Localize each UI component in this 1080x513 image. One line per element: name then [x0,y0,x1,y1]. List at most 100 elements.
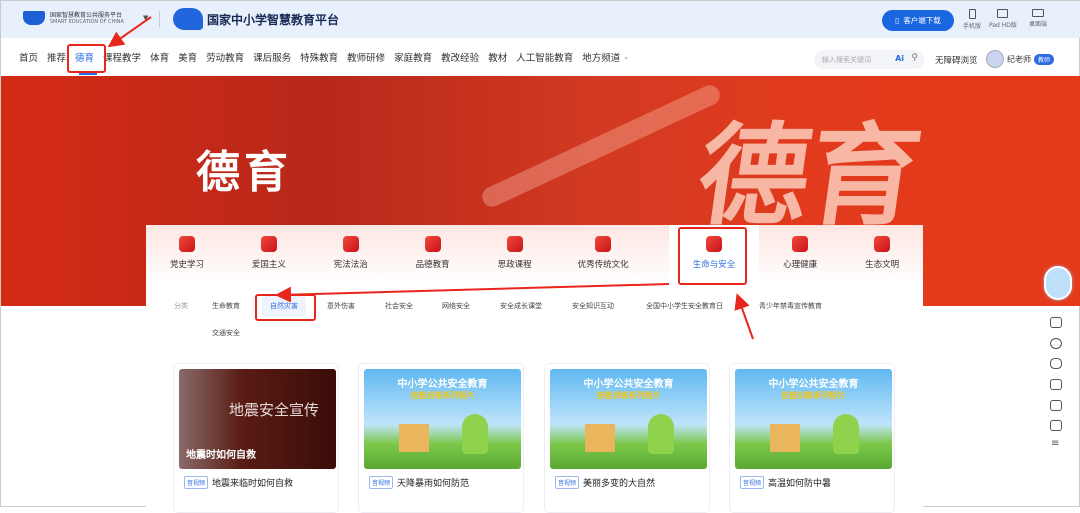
org-logo-en: SMART EDUCATION OF CHINA [50,18,124,25]
menu-icon[interactable]: ≡ [1051,438,1059,449]
nav-item[interactable]: 教改经验 [441,50,479,64]
book-logo-icon [23,11,45,25]
tab-label: 品德教育 [415,260,450,270]
mascot-illustration [833,414,859,454]
thumb-caption: 技能训练系列短片 [781,391,846,400]
tab-label: 爱国主义 [251,260,286,270]
search-icon[interactable]: ⚲ [911,53,918,63]
nav-item[interactable]: 美育 [178,50,197,64]
gavel-icon [342,236,359,252]
card-title[interactable]: 高温如何防中暑 [768,476,831,489]
filter-item[interactable]: 青少年禁毒宣传教育 [759,301,822,311]
video-thumbnail: 中小学公共安全教育 技能训练系列短片 [364,369,521,469]
nav-item[interactable]: 人工智能教育 [516,50,573,64]
copy-icon[interactable] [1050,379,1062,390]
tab-traditional-culture[interactable]: 优秀传统文化 [556,225,651,283]
phone-icon [968,9,976,19]
platform-logo[interactable]: 国家中小学智慧教育平台 [173,8,339,30]
filter-item-natural-disaster[interactable]: 自然灾害 [262,296,306,316]
device-desktop[interactable]: 桌面端 [1029,9,1047,28]
org-logo[interactable]: 国家智慧教育公共服务平台 SMART EDUCATION OF CHINA [23,11,124,25]
nav-home[interactable]: 首页 [19,50,38,64]
castle-illustration [399,424,429,452]
nav-item[interactable]: 教师研修 [347,50,385,64]
tab-life-safety[interactable]: 生命与安全 [668,225,760,283]
tab-ideology[interactable]: 思政课程 [474,225,556,283]
chevron-down-icon[interactable]: ⌄ [623,53,629,61]
accessibility-link[interactable]: 无障碍浏览 [935,54,978,66]
tab-mental-health[interactable]: 心理健康 [759,225,841,283]
filter-item[interactable]: 安全知识互动 [572,301,614,311]
video-card[interactable]: 中小学公共安全教育 技能训练系列短片 音视频 天降暴雨如何防范 [358,363,524,513]
tab-patriotism[interactable]: 爱国主义 [228,225,310,283]
home-icon[interactable] [1050,317,1062,328]
nav-recommend[interactable]: 推荐 [47,50,66,64]
active-underline [79,73,97,75]
filter-item[interactable]: 生命教育 [212,301,240,311]
heart-icon [260,236,277,252]
knot-icon [595,236,612,252]
hexagon-icon[interactable] [1050,358,1062,369]
search-input[interactable]: 输入搜索关键词 Ai ⚲ [814,50,924,69]
tab-law[interactable]: 宪法法治 [310,225,392,283]
tab-label: 生态文明 [865,260,900,270]
tab-morality[interactable]: 品德教育 [392,225,474,283]
device-mobile[interactable]: 手机版 [963,9,981,30]
filter-item[interactable]: 安全成长课堂 [500,301,542,311]
castle-illustration [770,424,800,452]
nav-item[interactable]: 课后服务 [253,50,291,64]
feedback-icon[interactable] [1050,420,1062,431]
nav-local[interactable]: 地方频道 [582,50,620,64]
tab-label: 思政课程 [497,260,532,270]
divider [159,11,160,27]
nav-item[interactable]: 家庭教育 [394,50,432,64]
heart-hands-icon [424,236,441,252]
nav-item[interactable]: 课程教学 [103,50,141,64]
mascot-illustration [462,414,488,454]
filter-item[interactable]: 网络安全 [442,301,470,311]
video-card[interactable]: 中小学公共安全教育 技能训练系列短片 音视频 美丽多变的大自然 [544,363,710,513]
tab-ecology[interactable]: 生态文明 [841,225,923,283]
video-card[interactable]: 中小学公共安全教育 技能训练系列短片 音视频 高温如何防中暑 [729,363,895,513]
banner-art-text: 德育 [690,111,929,240]
shield-icon [706,236,722,252]
media-tag: 音视频 [740,476,765,489]
filter-item[interactable]: 交通安全 [212,328,240,338]
thumb-caption: 技能训练系列短片 [596,391,661,400]
nav-item[interactable]: 教材 [488,50,507,64]
filter-item[interactable]: 社会安全 [385,301,413,311]
download-label: 客户端下载 [903,16,941,25]
thumb-caption: 地震时如何自救 [186,450,256,461]
avatar[interactable] [986,50,1004,68]
tab-party-history[interactable]: 党史学习 [146,225,228,283]
document-icon[interactable] [1050,400,1062,411]
nav-item[interactable]: 特殊教育 [300,50,338,64]
cloud-logo-icon [173,8,203,30]
nav-item[interactable]: 体育 [150,50,169,64]
video-card[interactable]: 地震安全宣传 地震时如何自救 音视频 地震来临时如何自救 [173,363,339,513]
user-name[interactable]: 纪老师 [1007,54,1031,65]
video-thumbnail: 中小学公共安全教育 技能训练系列短片 [550,369,707,469]
help-icon[interactable] [1050,338,1062,349]
filter-item[interactable]: 意外伤害 [327,301,355,311]
device-pad[interactable]: Pad HD版 [989,9,1017,29]
assistant-mascot-icon[interactable] [1044,266,1072,300]
platform-title: 国家中小学智慧教育平台 [207,12,340,27]
filter-item[interactable]: 全国中小学生安全教育日 [646,301,723,311]
media-tag: 音视频 [184,476,209,489]
card-title[interactable]: 美丽多变的大自然 [583,476,655,489]
thumb-text: 中小学公共安全教育 [583,379,674,390]
card-title[interactable]: 天降暴雨如何防范 [397,476,469,489]
brush-decoration [478,81,724,211]
device-label: Pad HD版 [989,22,1017,29]
chevron-down-icon[interactable]: ▼ [143,14,148,22]
card-title[interactable]: 地震来临时如何自救 [212,476,293,489]
thumb-text: 中小学公共安全教育 [768,379,859,390]
ai-search-button[interactable]: Ai [895,54,904,63]
search-placeholder: 输入搜索关键词 [822,56,871,64]
org-logo-cn: 国家智慧教育公共服务平台 [50,11,123,19]
hand-heart-icon [792,236,809,252]
nav-item[interactable]: 劳动教育 [206,50,244,64]
nav-moral[interactable]: 德育 [75,50,94,64]
download-button[interactable]: ▯ 客户端下载 [882,10,954,31]
